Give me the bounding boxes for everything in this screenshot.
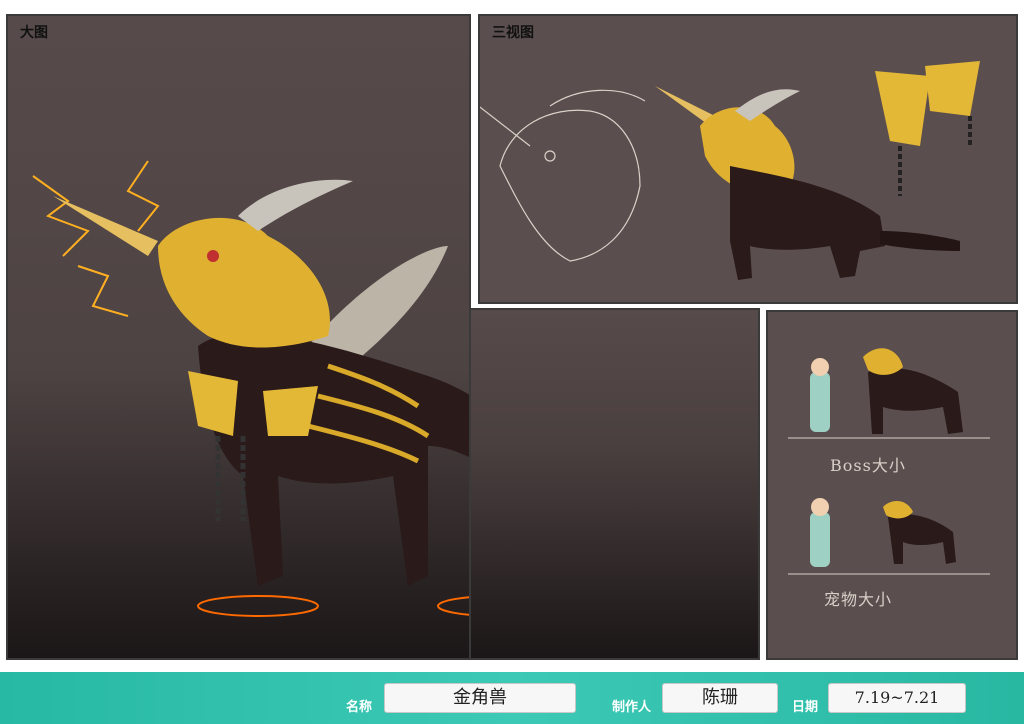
scale-comparison-panel: Boss大小 宠物大小: [766, 310, 1018, 660]
fire-effect: [197, 595, 469, 617]
author-label: 制作人: [612, 700, 652, 715]
shoulder-armor-left: [188, 371, 238, 436]
boss-scale-figures: [788, 348, 990, 439]
side-horn: [238, 179, 353, 231]
scale-illustrations: [788, 348, 990, 575]
footer-info-bar: 名称 金角兽 制作人 陈珊 日期 7.19~7.21: [0, 672, 1024, 724]
creature-head-mane: [158, 217, 330, 348]
pet-scale-figures: [788, 498, 990, 575]
pet-size-label: 宠物大小: [824, 590, 893, 609]
name-field[interactable]: 金角兽: [384, 683, 576, 713]
sketch-head: [480, 89, 646, 262]
three-view-illustrations: [480, 61, 980, 280]
date-field[interactable]: 7.19~7.21: [828, 683, 966, 713]
creature-body: [198, 333, 469, 586]
main-illustration-panel: 大图: [6, 14, 471, 660]
name-label: 名称: [346, 700, 373, 715]
armor-detail: [875, 61, 980, 196]
creature-main-illustration: [32, 160, 469, 617]
boss-size-label: Boss大小: [830, 456, 906, 475]
author-field[interactable]: 陈珊: [662, 683, 778, 713]
creature-eye: [207, 250, 219, 262]
main-panel-extension: [471, 308, 760, 660]
date-label: 日期: [792, 700, 819, 715]
three-view-panel: 三视图: [478, 14, 1018, 304]
